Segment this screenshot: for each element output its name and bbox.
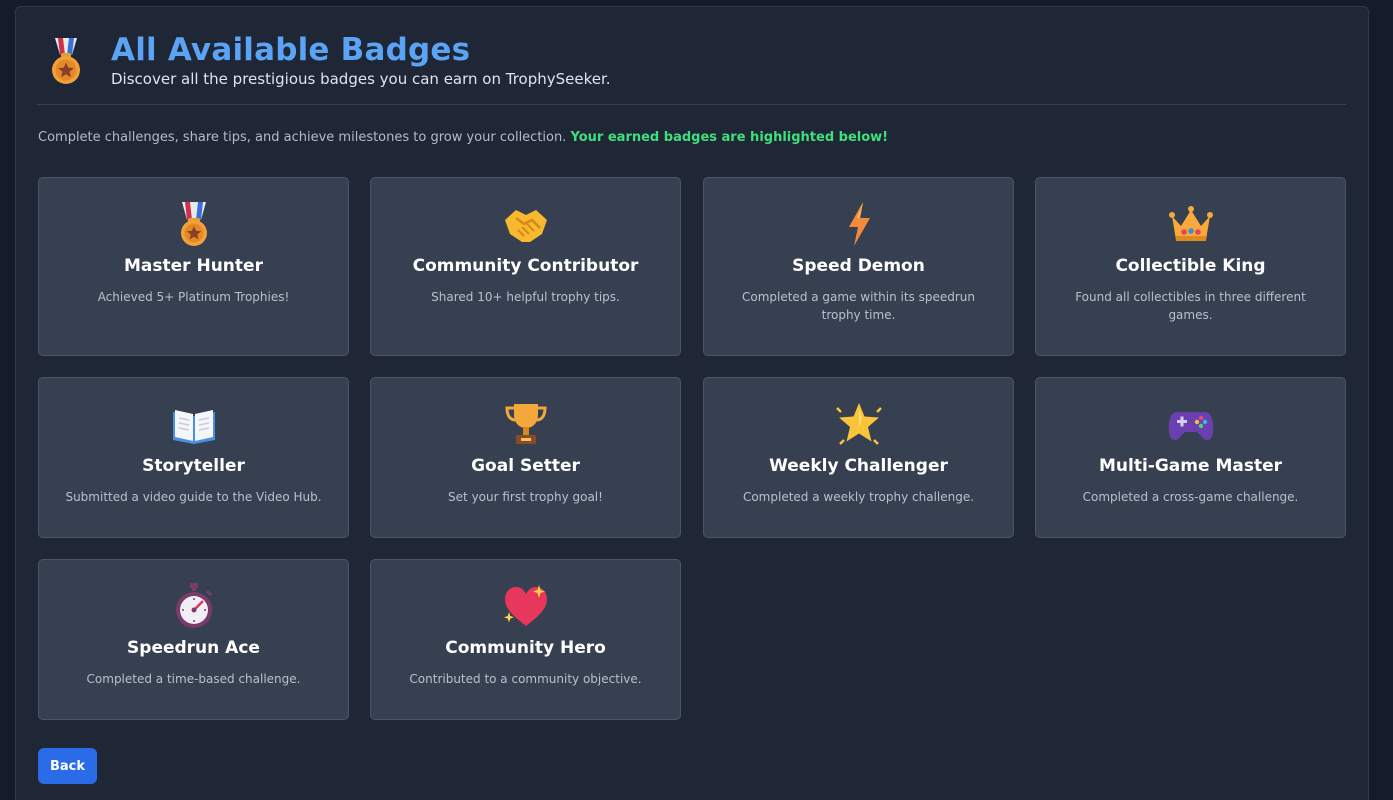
badge-name: Speed Demon [792,256,925,276]
badge-card[interactable]: Multi-Game Master Completed a cross-game… [1035,377,1346,538]
badge-description: Completed a time-based challenge. [86,672,301,686]
intro-main: Complete challenges, share tips, and ach… [38,130,567,145]
badge-card[interactable]: Collectible King Found all collectibles … [1035,177,1346,356]
medal-icon [49,37,83,85]
crown-icon [1036,200,1345,248]
badge-name: Collectible King [1115,256,1266,276]
badge-name: Weekly Challenger [769,456,948,476]
badge-card[interactable]: Community Contributor Shared 10+ helpful… [370,177,681,356]
back-button[interactable]: Back [38,748,97,784]
badge-description: Achieved 5+ Platinum Trophies! [97,290,290,304]
badge-description: Set your first trophy goal! [448,490,603,504]
badge-card[interactable]: Community Hero Contributed to a communit… [370,559,681,720]
badge-name: Master Hunter [124,256,263,276]
badge-description: Completed a weekly trophy challenge. [742,490,975,504]
page-header: All Available Badges Discover all the pr… [37,32,1346,105]
sparkling-heart-icon [371,582,680,630]
handshake-icon [371,200,680,248]
badge-name: Speedrun Ace [127,638,260,658]
badge-card[interactable]: Master Hunter Achieved 5+ Platinum Troph… [38,177,349,356]
badge-name: Storyteller [142,456,245,476]
badge-description: Completed a cross-game challenge. [1082,490,1299,504]
badge-card[interactable]: Speedrun Ace Completed a time-based chal… [38,559,349,720]
trophy-icon [371,400,680,448]
page-subtitle: Discover all the prestigious badges you … [111,70,611,88]
badge-name: Community Contributor [412,256,639,276]
badge-description: Contributed to a community objective. [409,672,642,686]
intro-text: Complete challenges, share tips, and ach… [38,130,888,145]
badge-description: Completed a game within its speedrun tro… [741,290,975,322]
badge-card[interactable]: Storyteller Submitted a video guide to t… [38,377,349,538]
badge-name: Multi-Game Master [1099,456,1282,476]
stopwatch-icon [39,582,348,630]
medal-icon [39,200,348,248]
badge-description: Shared 10+ helpful trophy tips. [431,290,620,304]
badge-description: Submitted a video guide to the Video Hub… [65,490,322,504]
badge-description: Found all collectibles in three differen… [1075,290,1306,322]
lightning-icon [704,200,1013,248]
page-title: All Available Badges [111,32,471,68]
game-controller-icon [1036,400,1345,448]
badge-name: Goal Setter [471,456,580,476]
badge-card[interactable]: Speed Demon Completed a game within its … [703,177,1014,356]
glowing-star-icon [704,400,1013,448]
open-book-icon [39,400,348,448]
badge-name: Community Hero [445,638,606,658]
intro-highlight: Your earned badges are highlighted below… [570,130,889,145]
badge-card[interactable]: Weekly Challenger Completed a weekly tro… [703,377,1014,538]
badge-card[interactable]: Goal Setter Set your first trophy goal! [370,377,681,538]
